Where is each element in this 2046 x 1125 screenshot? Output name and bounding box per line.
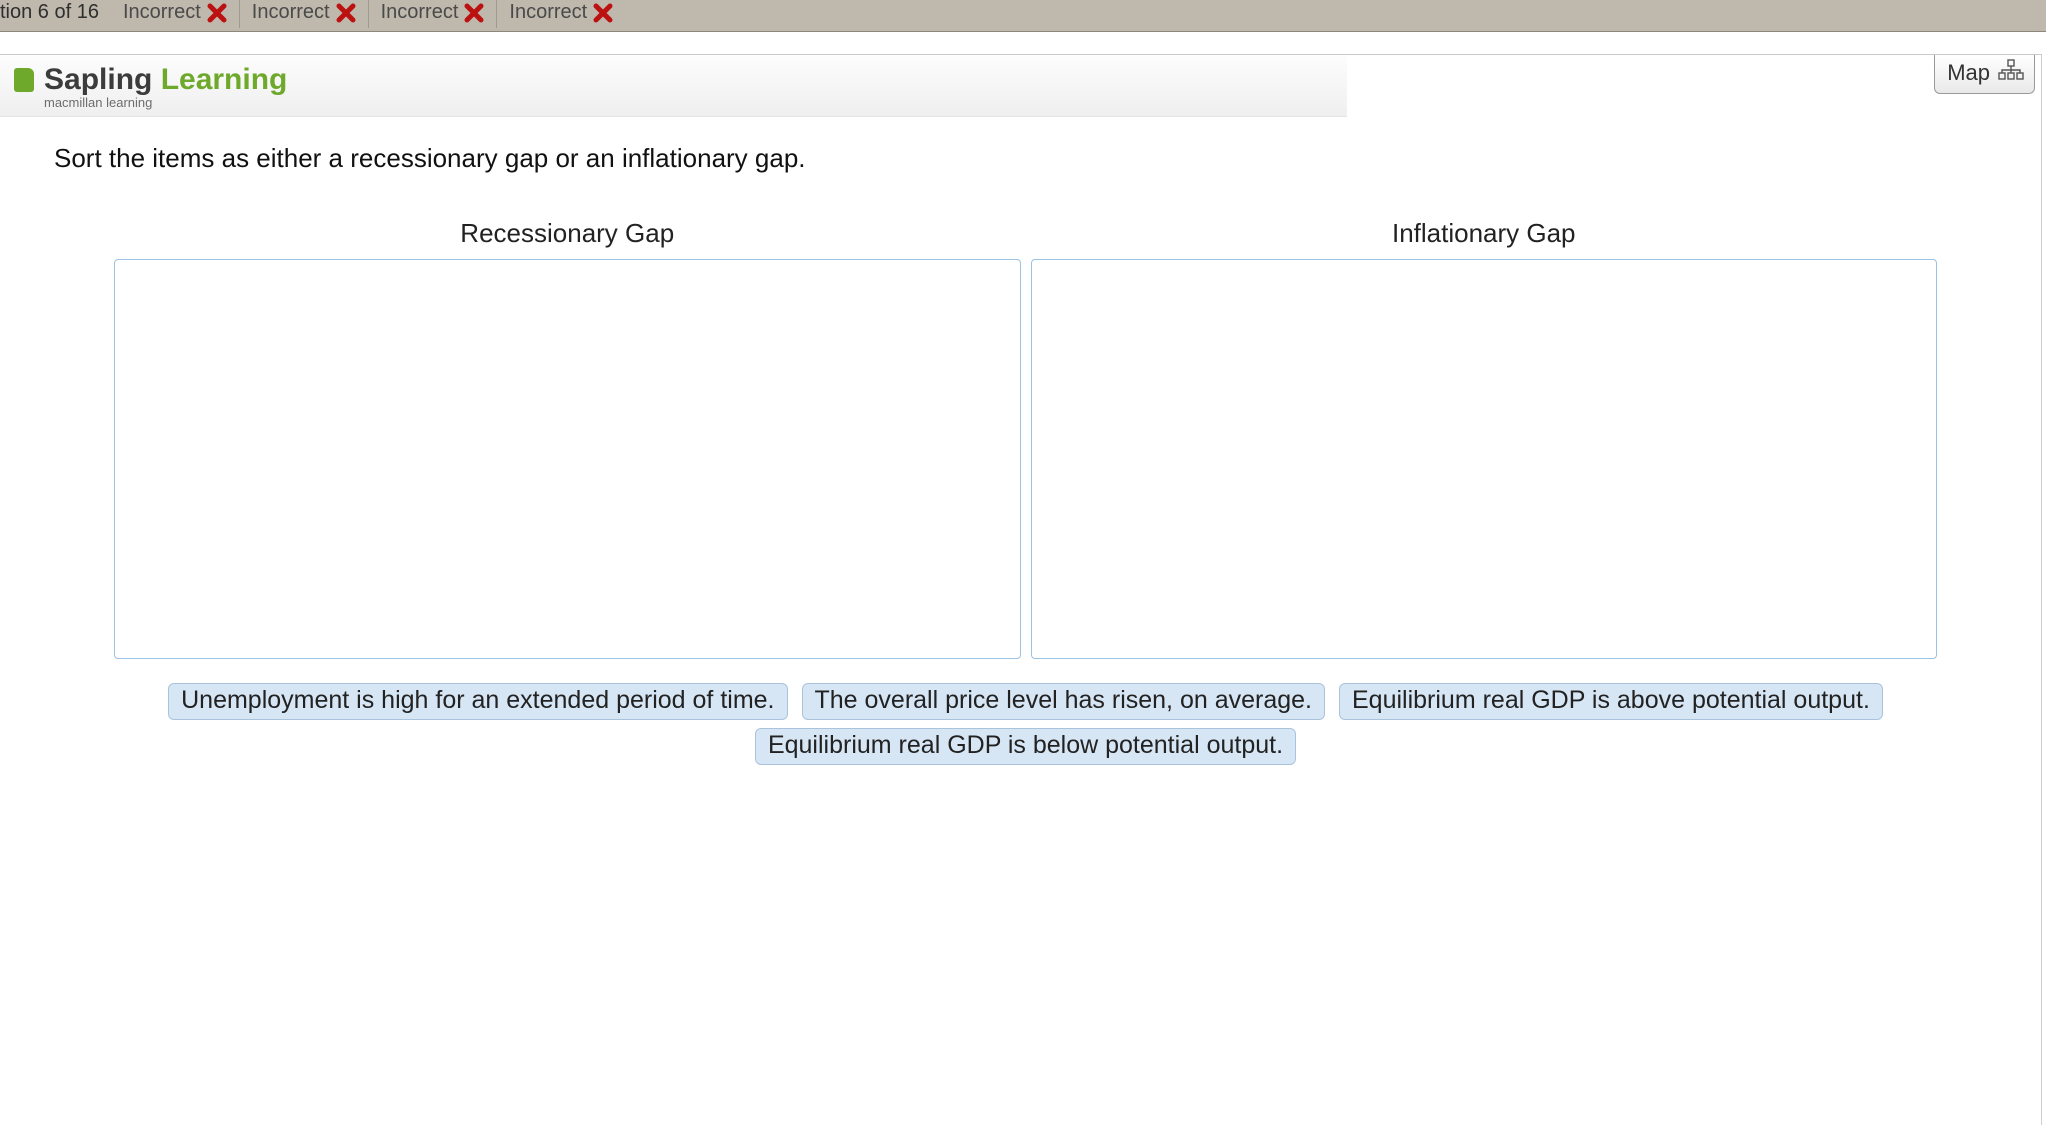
brand-bar: Sapling Learning macmillan learning bbox=[0, 55, 1347, 117]
brand-title: Sapling Learning bbox=[14, 63, 1333, 97]
attempt-tab[interactable]: Incorrect bbox=[239, 0, 368, 28]
attempt-label: Incorrect bbox=[123, 1, 201, 24]
draggable-chip[interactable]: Unemployment is high for an extended per… bbox=[168, 683, 787, 720]
draggable-chip[interactable]: The overall price level has risen, on av… bbox=[802, 683, 1326, 720]
question-status-bar: tion 6 of 16 Incorrect Incorrect Incorre… bbox=[0, 0, 2046, 32]
bin-column: Recessionary Gap bbox=[114, 218, 1021, 659]
bin-title-inflationary: Inflationary Gap bbox=[1392, 218, 1576, 249]
draggable-chip[interactable]: Equilibrium real GDP is below potential … bbox=[755, 728, 1296, 765]
drop-target-inflationary[interactable] bbox=[1031, 259, 1938, 659]
sort-bins-row: Recessionary Gap Inflationary Gap bbox=[54, 218, 1997, 659]
drop-target-recessionary[interactable] bbox=[114, 259, 1021, 659]
question-frame: Sapling Learning macmillan learning Map bbox=[0, 54, 2042, 1125]
attempt-tab[interactable]: Incorrect bbox=[111, 0, 239, 28]
attempt-label: Incorrect bbox=[381, 1, 459, 24]
attempt-label: Incorrect bbox=[509, 1, 587, 24]
attempt-tab[interactable]: Incorrect bbox=[368, 0, 497, 28]
incorrect-x-icon bbox=[336, 3, 356, 23]
question-prompt: Sort the items as either a recessionary … bbox=[54, 143, 1997, 174]
attempt-label: Incorrect bbox=[252, 1, 330, 24]
header-row: Sapling Learning macmillan learning Map bbox=[0, 55, 2041, 117]
sapling-logo-icon bbox=[14, 68, 34, 92]
incorrect-x-icon bbox=[593, 3, 613, 23]
incorrect-x-icon bbox=[207, 3, 227, 23]
bin-title-recessionary: Recessionary Gap bbox=[460, 218, 674, 249]
draggable-chip[interactable]: Equilibrium real GDP is above potential … bbox=[1339, 683, 1883, 720]
draggable-chip-tray: Unemployment is high for an extended per… bbox=[54, 683, 1997, 765]
sitemap-icon bbox=[1998, 59, 2024, 87]
brand-word-1: Sapling bbox=[44, 63, 152, 96]
bin-column: Inflationary Gap bbox=[1031, 218, 1938, 659]
brand-word-2: Learning bbox=[161, 63, 288, 96]
brand-subtitle: macmillan learning bbox=[44, 95, 1333, 110]
question-content: Sort the items as either a recessionary … bbox=[0, 117, 2041, 785]
incorrect-x-icon bbox=[464, 3, 484, 23]
map-button-label: Map bbox=[1947, 60, 1990, 86]
map-button[interactable]: Map bbox=[1934, 55, 2035, 94]
attempt-tab[interactable]: Incorrect bbox=[496, 0, 625, 28]
